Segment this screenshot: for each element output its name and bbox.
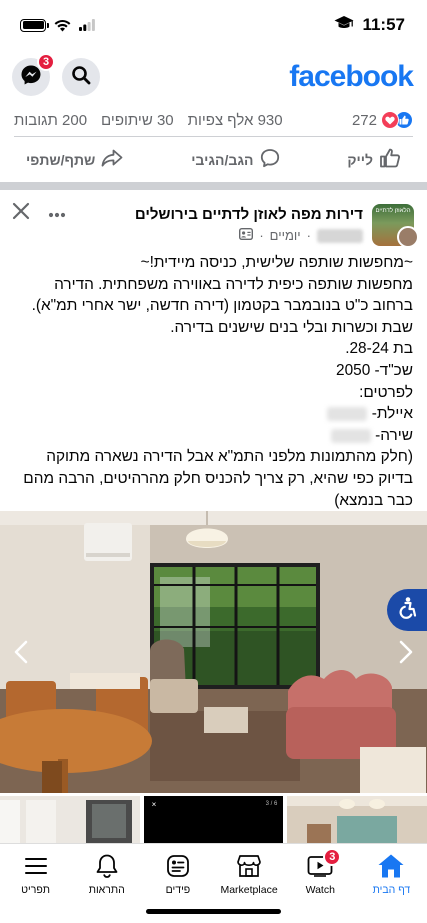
tab-watch[interactable]: 3 Watch [285,844,356,923]
watch-badge: 3 [323,848,342,866]
post-line: ~מחפשות שותפה שלישית, כניסה מיידית!~ [140,254,413,271]
next-photo-button[interactable] [391,637,421,667]
shares-count[interactable]: 30 שיתופים [101,112,174,129]
feed-separator [0,182,427,190]
tab-home[interactable]: דף הבית [356,844,427,923]
thumbnail-image[interactable]: × 3 / 6 [143,796,284,844]
post-photo[interactable] [0,511,427,793]
tab-label: דף הבית [372,884,411,896]
author-name-blurred[interactable] [317,228,363,243]
messenger-button[interactable]: 3 [12,53,55,96]
love-reaction-icon [381,111,399,129]
feeds-icon [166,852,190,880]
post-body: ~מחפשות שותפה שלישית, כניסה מיידית!~ מחפ… [11,252,413,511]
share-button[interactable]: שתף/שתפי [26,149,123,170]
status-time: 11:57 [362,15,405,34]
bell-icon [95,852,119,880]
thumbnail-counter: 3 / 6 [265,801,278,807]
chevron-left-icon [14,640,28,664]
watch-icon: 3 [307,848,342,880]
tab-label: Marketplace [220,884,278,896]
phone-blurred[interactable] [327,407,368,422]
contact-name-2: שירה- [375,426,413,444]
close-icon[interactable] [12,202,30,225]
tab-label: פידים [165,884,191,896]
comments-count[interactable]: 200 תגובות [14,112,87,129]
bottom-tab-bar: דף הבית 3 Watch Marketplace פידים התראות… [0,843,427,923]
post-line: לפרטים: [359,383,413,401]
post-time[interactable]: יומיים [270,228,301,243]
post-line: בת 28-24. [345,340,413,358]
wifi-icon [54,19,71,32]
like-button[interactable]: לייק [347,148,401,171]
comment-label: הגב/הגיבי [191,151,254,168]
reactions-count: 272 [351,111,377,129]
contact-name-1: איילת- [371,405,413,423]
views-count: 930 אלף צפיות [187,111,283,129]
previous-photo-button[interactable] [6,637,36,667]
avatar-text: הלאוזן לדתיים [375,208,411,214]
tab-label: התראות [88,884,125,896]
reactions-summary[interactable]: 272 [352,111,413,129]
graduation-cap-icon [334,15,354,36]
more-options-icon[interactable] [48,205,66,223]
tab-menu[interactable]: תפריט [0,844,71,923]
signal-icon [79,19,95,31]
accessibility-button[interactable] [387,589,427,631]
chevron-right-icon [399,640,413,664]
thumbnail-close-icon[interactable]: × [152,800,157,809]
search-icon [71,65,91,90]
share-label: שתף/שתפי [26,151,96,168]
post-line-contact: איילת- [11,403,413,425]
top-header: 3 facebook [0,50,427,104]
status-bar: 11:57 [0,0,427,50]
accessibility-icon [395,596,419,625]
user-avatar[interactable] [397,226,419,248]
post-header: הלאוזן לדתיים דירות מפה לאוזן לדתיים ביר… [0,198,427,250]
thumbnail-image[interactable] [0,796,140,844]
comment-button[interactable]: הגב/הגיבי [191,148,279,171]
share-icon [101,149,123,170]
search-button[interactable] [62,58,100,96]
group-name[interactable]: דירות מפה לאוזן לדתיים בירושלים [135,206,363,223]
group-members-icon [239,227,254,243]
home-indicator [146,909,281,914]
tab-label: Watch [305,884,335,896]
photo-thumbnails: × 3 / 6 [0,796,427,844]
tab-notifications[interactable]: התראות [71,844,142,923]
menu-icon [24,852,48,880]
post-line: שבת וכשרות ובלי בנים שישנים בדירה. [170,318,413,336]
comment-icon [260,148,280,171]
thumbnail-image[interactable] [287,796,427,844]
like-label: לייק [347,151,373,168]
post-meta: · יומיים · [239,227,363,243]
post-line: (חלק מהתמונות מלפני התמ"א אבל הדירה נשאר… [19,448,413,509]
facebook-logo[interactable]: facebook [289,60,414,94]
thumbs-up-icon [379,148,401,171]
status-icons [20,18,95,32]
marketplace-icon [236,852,262,880]
phone-blurred[interactable] [330,428,371,443]
post-actions: לייק הגב/הגיבי שתף/שתפי [14,136,413,182]
tab-label: תפריט [21,884,50,896]
post-line: שכ"ד- 2050 [336,361,413,379]
battery-icon [20,18,49,32]
messenger-badge: 3 [37,53,55,71]
home-icon [377,852,405,880]
reaction-stats: 272 930 אלף צפיות 30 שיתופים 200 תגובות [0,106,427,134]
post-line-contact: שירה- [11,425,413,447]
post-line: מחפשות שותפה כיפית לדירה באווירה משפחתית… [31,275,413,315]
